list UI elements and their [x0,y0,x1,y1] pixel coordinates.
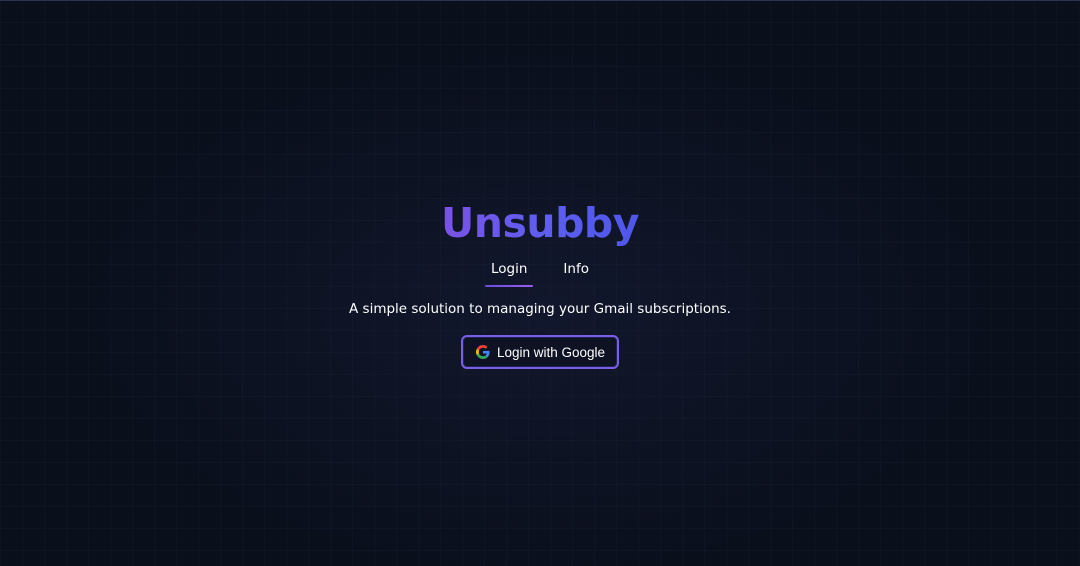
tagline: A simple solution to managing your Gmail… [349,301,731,317]
login-button-label: Login with Google [496,344,606,360]
landing-panel: Unsubby Login Info A simple solution to … [0,196,1080,369]
window-top-border [0,0,1080,1]
tab-bar: Login Info [485,258,595,287]
app-logo: Unsubby [441,196,640,250]
tab-info[interactable]: Info [557,258,595,284]
login-with-google-button[interactable]: Login with Google [460,335,620,369]
tab-login[interactable]: Login [485,258,534,287]
google-icon [475,345,490,359]
